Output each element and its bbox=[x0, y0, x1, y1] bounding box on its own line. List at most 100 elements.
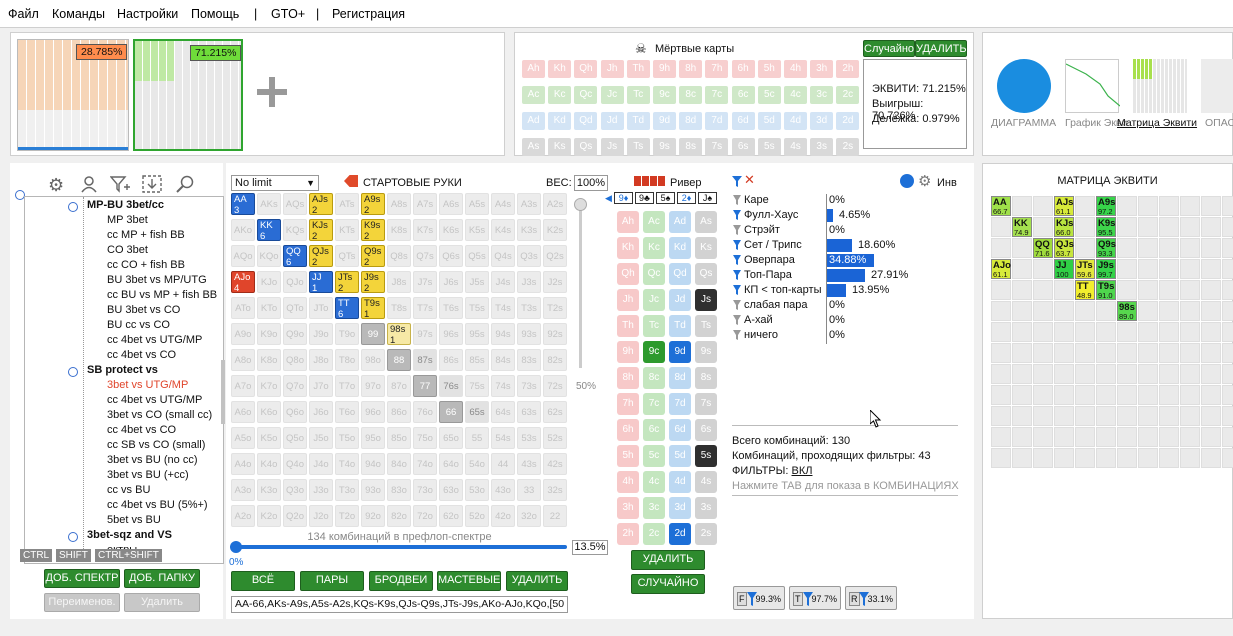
hand-cell[interactable]: T8o bbox=[335, 349, 359, 371]
select-all-button[interactable]: ВСЁ bbox=[231, 571, 295, 591]
river-card[interactable]: 6c bbox=[643, 419, 665, 441]
dead-card[interactable]: 8d bbox=[679, 112, 703, 130]
dead-card[interactable]: 2c bbox=[836, 86, 860, 104]
hand-cell[interactable]: K4o bbox=[257, 453, 281, 475]
equity-cell[interactable] bbox=[1159, 364, 1179, 384]
river-card[interactable]: 7s bbox=[695, 393, 717, 415]
river-card[interactable]: 2d bbox=[669, 523, 691, 545]
equity-cell[interactable] bbox=[1075, 196, 1095, 216]
equity-cell[interactable] bbox=[1222, 385, 1233, 405]
hand-cell[interactable]: 52s bbox=[543, 427, 567, 449]
river-card[interactable]: Tc bbox=[643, 315, 665, 337]
filter-icon[interactable] bbox=[733, 285, 741, 295]
hand-cell[interactable]: A6s bbox=[439, 193, 463, 215]
equity-cell[interactable] bbox=[1075, 343, 1095, 363]
river-card[interactable]: 2c bbox=[643, 523, 665, 545]
hand-cell[interactable]: T6s bbox=[439, 297, 463, 319]
equity-cell[interactable] bbox=[1075, 322, 1095, 342]
hand-cell[interactable]: K9s 2 bbox=[361, 219, 385, 242]
hand-cell[interactable]: KQo bbox=[257, 245, 281, 267]
diagram-label[interactable]: ДИАГРАММА bbox=[991, 117, 1056, 129]
hand-cell[interactable]: 72o bbox=[413, 505, 437, 527]
equity-cell[interactable] bbox=[1117, 406, 1137, 426]
equity-cell[interactable] bbox=[1138, 217, 1158, 237]
equity-cell[interactable] bbox=[1201, 385, 1221, 405]
folder-toggle-icon[interactable] bbox=[68, 367, 78, 377]
hand-cell[interactable]: 43o bbox=[491, 479, 515, 501]
user-icon[interactable] bbox=[80, 175, 98, 193]
equity-cell[interactable] bbox=[1096, 322, 1116, 342]
hand-cell[interactable]: QJs 2 bbox=[309, 245, 333, 268]
equity-cell[interactable] bbox=[1138, 385, 1158, 405]
river-card[interactable]: Qd bbox=[669, 263, 691, 285]
hand-cell[interactable]: Q9s 2 bbox=[361, 245, 385, 268]
hand-cell[interactable]: A5s bbox=[465, 193, 489, 215]
river-card[interactable]: 6s bbox=[695, 419, 717, 441]
tree-folder[interactable]: MP-BU 3bet/cc bbox=[87, 199, 164, 211]
hand-cell[interactable]: J9s 2 bbox=[361, 271, 385, 294]
equity-cell[interactable] bbox=[1201, 364, 1221, 384]
hand-cell[interactable]: K2s bbox=[543, 219, 567, 241]
hand-cell[interactable]: 74s bbox=[491, 375, 515, 397]
equity-cell[interactable] bbox=[1138, 343, 1158, 363]
search-icon[interactable] bbox=[176, 175, 196, 193]
dead-card[interactable]: 5h bbox=[757, 60, 781, 78]
hand-cell[interactable]: J8s bbox=[387, 271, 411, 293]
weight-input[interactable]: 100% bbox=[574, 175, 608, 191]
dead-card[interactable]: 3c bbox=[810, 86, 834, 104]
equity-cell[interactable] bbox=[1075, 448, 1095, 468]
hand-cell[interactable]: 53s bbox=[517, 427, 541, 449]
hand-cell[interactable]: KQs bbox=[283, 219, 307, 241]
river-card[interactable]: 8d bbox=[669, 367, 691, 389]
filter-icon[interactable] bbox=[732, 175, 742, 187]
dead-card[interactable]: 2h bbox=[836, 60, 860, 78]
equity-cell[interactable] bbox=[1117, 448, 1137, 468]
river-card[interactable]: 3s bbox=[695, 497, 717, 519]
river-card[interactable]: Kd bbox=[669, 237, 691, 259]
equity-cell[interactable] bbox=[1096, 427, 1116, 447]
delete-dead-button[interactable]: УДАЛИТЬ bbox=[915, 40, 967, 57]
equity-cell[interactable]: 98s 89.0 bbox=[1117, 301, 1137, 321]
inv-label[interactable]: Инв bbox=[937, 177, 957, 189]
dead-card[interactable]: Td bbox=[626, 112, 650, 130]
equity-cell[interactable] bbox=[1033, 322, 1053, 342]
hand-cell[interactable]: Q7o bbox=[283, 375, 307, 397]
dead-card[interactable]: 7c bbox=[705, 86, 729, 104]
equity-cell[interactable]: T9s 91.0 bbox=[1096, 280, 1116, 300]
tree-item[interactable]: cc 4bet vs UTG/MP bbox=[107, 394, 202, 406]
combos-slider-handle[interactable] bbox=[230, 541, 242, 553]
river-card[interactable]: 8h bbox=[617, 367, 639, 389]
hand-cell[interactable]: AKs bbox=[257, 193, 281, 215]
hand-cell[interactable]: JTo bbox=[309, 297, 333, 319]
equity-cell[interactable] bbox=[1096, 301, 1116, 321]
hand-cell[interactable]: T2o bbox=[335, 505, 359, 527]
equity-cell[interactable] bbox=[1138, 301, 1158, 321]
hand-cell[interactable]: T7s bbox=[413, 297, 437, 319]
hand-cell[interactable]: 66 bbox=[439, 401, 463, 423]
dead-card[interactable]: 7d bbox=[705, 112, 729, 130]
equity-cell[interactable] bbox=[1201, 448, 1221, 468]
equity-cell[interactable] bbox=[1159, 217, 1179, 237]
river-card[interactable]: 6d bbox=[669, 419, 691, 441]
river-card[interactable]: 5s bbox=[695, 445, 717, 467]
hand-cell[interactable]: 82o bbox=[387, 505, 411, 527]
pairs-button[interactable]: ПАРЫ bbox=[300, 571, 364, 591]
river-card[interactable]: 3d bbox=[669, 497, 691, 519]
equity-cell[interactable] bbox=[1201, 217, 1221, 237]
hand-cell[interactable]: 33 bbox=[517, 479, 541, 501]
hand-cell[interactable]: 73o bbox=[413, 479, 437, 501]
filter-icon[interactable] bbox=[733, 240, 741, 250]
river-card[interactable]: 9c bbox=[643, 341, 665, 363]
hand-cell[interactable]: A4s bbox=[491, 193, 515, 215]
hand-cell[interactable]: J3s bbox=[517, 271, 541, 293]
dead-card[interactable]: Qh bbox=[574, 60, 598, 78]
hand-cell[interactable]: K8s bbox=[387, 219, 411, 241]
equity-cell[interactable] bbox=[991, 280, 1011, 300]
equity-cell[interactable] bbox=[1033, 343, 1053, 363]
hand-cell[interactable]: 73s bbox=[517, 375, 541, 397]
hand-cell[interactable]: T4o bbox=[335, 453, 359, 475]
equity-cell[interactable] bbox=[1054, 406, 1074, 426]
hand-cell[interactable]: 42s bbox=[543, 453, 567, 475]
settings-icon[interactable]: ⚙ bbox=[918, 172, 931, 190]
equity-cell[interactable] bbox=[1222, 196, 1233, 216]
